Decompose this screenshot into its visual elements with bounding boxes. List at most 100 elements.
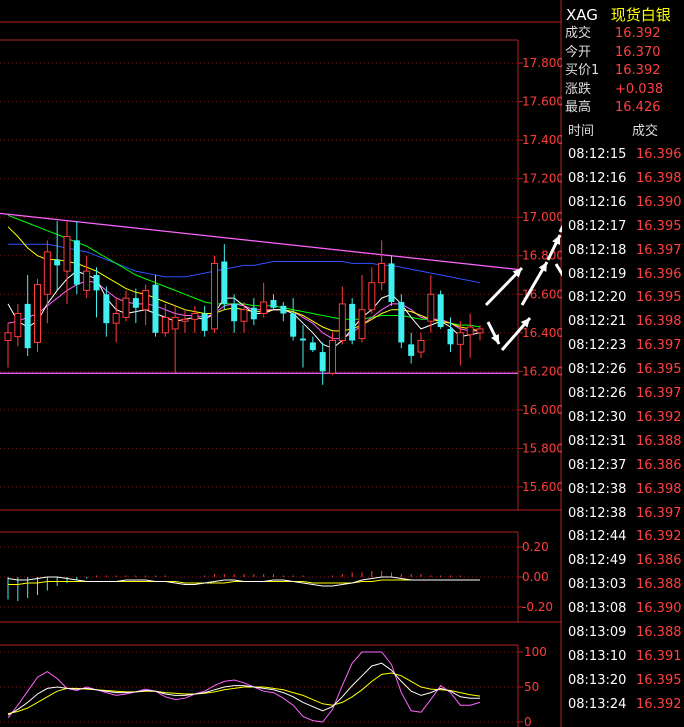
candle-body-up bbox=[358, 309, 366, 340]
candle-body-up bbox=[338, 303, 346, 341]
tick-time: 08:12:21 bbox=[568, 314, 627, 330]
candle-body-up bbox=[4, 332, 12, 341]
tick-time: 08:12:26 bbox=[568, 386, 627, 401]
tick-time: 08:12:15 bbox=[568, 147, 627, 162]
tick-time: 08:12:23 bbox=[568, 338, 627, 354]
tick-price: 16.396 bbox=[636, 266, 682, 282]
candle-body-up bbox=[240, 309, 248, 322]
tick-time: 08:12:18 bbox=[568, 242, 627, 258]
candle-body-up bbox=[14, 313, 22, 338]
tick-time: 08:12:30 bbox=[568, 409, 627, 425]
symbol-header: XAG 现货白银 bbox=[566, 4, 671, 25]
candle-body-down bbox=[280, 305, 287, 314]
tick-time: 08:12:38 bbox=[568, 505, 627, 521]
symbol-code: XAG bbox=[566, 6, 598, 24]
tick-price: 16.398 bbox=[636, 314, 682, 330]
candle-body-up bbox=[43, 251, 51, 295]
tick-price: 16.397 bbox=[636, 242, 682, 258]
candle-body-down bbox=[398, 301, 405, 343]
y-tick-label: 16.200 bbox=[522, 364, 562, 378]
tick-price: 16.397 bbox=[636, 505, 682, 521]
y-tick-label: 0 bbox=[524, 715, 532, 727]
y-tick-label: 0.20 bbox=[522, 540, 549, 554]
tick-time: 08:13:20 bbox=[568, 672, 627, 688]
candle-body-down bbox=[24, 303, 31, 349]
tick-time: 08:12:37 bbox=[568, 457, 627, 473]
tick-price: 16.396 bbox=[636, 147, 682, 162]
candle-body-up bbox=[161, 316, 169, 334]
tick-time: 08:13:08 bbox=[568, 601, 627, 617]
y-tick-label: 0.00 bbox=[522, 570, 549, 584]
candle-body-up bbox=[112, 313, 120, 324]
symbol-name: 现货白银 bbox=[610, 6, 671, 24]
candle-body-up bbox=[122, 297, 130, 318]
quote-value: 16.392 bbox=[615, 26, 661, 41]
candle-body-down bbox=[270, 300, 277, 308]
tick-time: 08:12:19 bbox=[568, 266, 627, 282]
candle-body-up bbox=[142, 289, 150, 311]
candle-body-down bbox=[221, 261, 228, 304]
tick-price: 16.390 bbox=[636, 194, 682, 210]
quote-panel: XAG 现货白银 成交 16.392 今开 16.370 买价1 16.392 涨跌 +0.0… bbox=[562, 0, 684, 727]
y-tick-label: 16.400 bbox=[522, 326, 562, 340]
tick-price: 16.392 bbox=[636, 529, 682, 545]
candle-body-down bbox=[349, 303, 356, 341]
tick-price: 16.386 bbox=[636, 553, 682, 569]
ticks-header-time: 时间 bbox=[568, 124, 595, 139]
tick-time: 08:12:26 bbox=[568, 362, 627, 378]
ticks-header-price: 成交 bbox=[632, 124, 659, 139]
tick-time: 08:12:17 bbox=[568, 218, 627, 234]
tick-price: 16.397 bbox=[636, 338, 682, 354]
price-chart[interactable]: 17.80017.60017.40017.20017.00016.80016.6… bbox=[0, 0, 562, 727]
candle-body-down bbox=[54, 259, 61, 266]
candle-body-down bbox=[231, 303, 238, 322]
y-tick-label: 100 bbox=[524, 645, 547, 659]
candle-body-up bbox=[181, 318, 189, 322]
quote-label: 成交 bbox=[565, 26, 592, 41]
candle-body-down bbox=[300, 338, 306, 341]
annotation-arrows bbox=[484, 224, 562, 351]
y-tick-label: 16.800 bbox=[522, 249, 562, 263]
quote-value: 16.370 bbox=[615, 44, 661, 60]
tick-price: 16.392 bbox=[636, 696, 682, 712]
candle-body-down bbox=[201, 313, 208, 331]
candle-body-up bbox=[83, 270, 91, 291]
tick-time: 08:12:38 bbox=[568, 481, 627, 497]
tick-time: 08:13:03 bbox=[568, 577, 627, 593]
candle-body-up bbox=[456, 332, 464, 345]
candle-body-down bbox=[152, 284, 159, 333]
tick-price: 16.397 bbox=[636, 386, 682, 401]
y-tick-label: 17.000 bbox=[522, 210, 562, 224]
candle-body-up bbox=[63, 235, 71, 272]
candle-body-down bbox=[319, 352, 326, 372]
tick-time: 08:12:49 bbox=[568, 553, 627, 569]
candle-body-up bbox=[191, 313, 199, 320]
tick-price: 16.388 bbox=[636, 577, 682, 593]
y-tick-label: 17.800 bbox=[522, 56, 562, 70]
tick-price: 16.395 bbox=[636, 672, 682, 688]
y-tick-label: 15.800 bbox=[522, 441, 562, 455]
candle-body-down bbox=[309, 342, 316, 351]
candle-body-down bbox=[132, 298, 139, 308]
quote-label: 最高 bbox=[565, 100, 592, 115]
y-tick-label: 15.600 bbox=[522, 480, 562, 494]
quote-label: 今开 bbox=[565, 44, 592, 60]
candle-body-up bbox=[329, 339, 336, 374]
tick-time: 08:13:24 bbox=[568, 696, 627, 712]
candle-body-down bbox=[408, 344, 415, 356]
y-tick-label: 17.400 bbox=[522, 133, 562, 147]
candle-body-down bbox=[73, 240, 80, 285]
tick-price: 16.386 bbox=[636, 457, 682, 473]
tick-time: 08:12:20 bbox=[568, 290, 627, 306]
candle-body-down bbox=[447, 328, 454, 345]
candle-body-up bbox=[417, 339, 425, 353]
y-tick-label: 17.200 bbox=[522, 172, 562, 186]
tick-price: 16.398 bbox=[636, 481, 682, 497]
candle-body-up bbox=[211, 262, 218, 330]
y-tick-label: 17.600 bbox=[522, 95, 562, 109]
candle-body-up bbox=[260, 301, 268, 315]
quote-value: 16.426 bbox=[615, 100, 661, 115]
tick-time: 08:12:44 bbox=[568, 529, 627, 545]
tick-price: 16.395 bbox=[636, 218, 682, 234]
tick-price: 16.388 bbox=[636, 625, 682, 640]
